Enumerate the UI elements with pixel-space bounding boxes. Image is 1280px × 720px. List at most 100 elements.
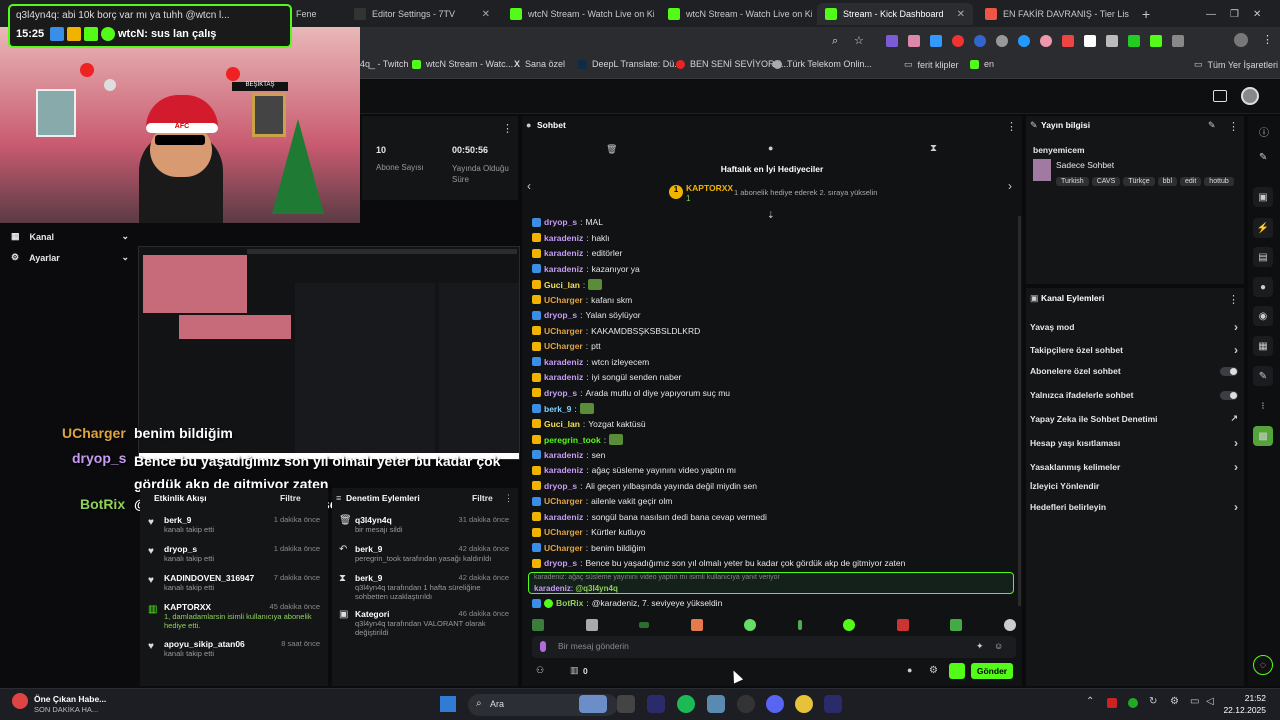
activity-filter[interactable]: Filtre (280, 493, 301, 503)
more-icon[interactable]: ⋮ (1228, 120, 1239, 133)
extension-icon[interactable] (1150, 35, 1162, 47)
tray-icon[interactable] (1128, 698, 1138, 708)
category-name[interactable]: Sadece Sohbet (1056, 160, 1114, 170)
gear-icon[interactable]: ⚙ (929, 665, 938, 676)
emote-icon[interactable] (690, 619, 703, 631)
premiere-icon[interactable] (647, 695, 665, 713)
emote-icon[interactable] (843, 619, 856, 631)
rail-icon[interactable]: ▦ (1253, 336, 1273, 356)
chat-username[interactable]: UCharger (544, 341, 583, 351)
tray-icon[interactable] (1107, 698, 1117, 708)
chat-settings-icon[interactable]: ● (907, 665, 912, 675)
chat-username[interactable]: Guci_lan (544, 280, 580, 290)
kick-bot-icon[interactable] (949, 663, 965, 679)
setting-row[interactable]: Yasaklanmış kelimeler › (1030, 460, 1238, 474)
nav-ayarlar[interactable]: ⚙ Ayarlar ⌄ (11, 252, 129, 263)
tag[interactable]: CAVS (1091, 177, 1121, 186)
users-icon[interactable]: ⚇ (536, 665, 544, 676)
extension-icon[interactable] (908, 35, 920, 47)
news-icon[interactable] (12, 693, 28, 709)
bookmark-item[interactable]: Türk Telekom Onlin... (773, 59, 872, 69)
bookmark-item[interactable]: X Sana özel (514, 59, 565, 69)
emote-icon[interactable] (1003, 619, 1016, 631)
ai-icon[interactable]: ✦ (976, 641, 984, 652)
lightning-icon[interactable]: ⚡ (1253, 218, 1273, 238)
emote-icon[interactable] (532, 619, 544, 631)
kick-logo-icon[interactable]: ◌ (1253, 655, 1273, 675)
window-close-icon[interactable]: ✕ (1253, 9, 1261, 20)
obs-icon[interactable] (737, 695, 755, 713)
chat-username[interactable]: dryop_s (544, 217, 577, 227)
reply-message[interactable]: karadeniz: ağaç süsleme yayınını video y… (528, 572, 1014, 594)
nav-kanal[interactable]: ▦ Kanal ⌄ (11, 231, 129, 242)
tag[interactable]: bbl (1157, 177, 1177, 186)
activity-item[interactable]: ♥ KADINDOVEN_316947 kanalı takip etti 7 dak… (146, 573, 324, 592)
chat-username[interactable]: dryop_s (544, 558, 577, 568)
send-button[interactable]: Gönder (971, 663, 1013, 679)
chat-username[interactable]: Guci_lan (544, 419, 580, 429)
setting-row[interactable]: Hesap yaşı kısıtlaması › (1030, 436, 1238, 450)
taskbar-app-icon[interactable] (617, 695, 635, 713)
rail-icon[interactable]: ▤ (1253, 247, 1273, 267)
extensions-puzzle-icon[interactable] (1172, 35, 1184, 47)
setting-row[interactable]: Hedefleri belirleyin › (1030, 500, 1238, 514)
tag[interactable]: Turkish (1056, 177, 1089, 186)
avatar[interactable] (1241, 87, 1259, 105)
tab-2[interactable]: wtcN Stream - Watch Live on Ki✕ (502, 3, 654, 25)
chat-input[interactable]: Bir mesaj gönderin ✦ ☺ (532, 636, 1016, 658)
pencil-icon[interactable]: ✎ (1259, 152, 1267, 163)
new-tab-button[interactable]: + (1134, 3, 1154, 25)
windows-start-icon[interactable] (440, 696, 456, 712)
chat-username[interactable]: UCharger (544, 543, 583, 553)
toggle-switch[interactable] (1220, 366, 1238, 376)
extension-icon[interactable] (952, 35, 964, 47)
moderation-filter[interactable]: Filtre (472, 493, 493, 503)
ellipsis-icon[interactable]: ⁝ (1253, 396, 1273, 416)
edit-icon[interactable]: ✎ (1208, 120, 1216, 131)
chat-username[interactable]: karadeniz (544, 248, 583, 258)
chat-bubble-icon[interactable]: ● (768, 143, 773, 153)
setting-row[interactable]: İzleyici Yönlendir (1030, 481, 1238, 491)
minimize-icon[interactable]: — (1206, 9, 1216, 20)
taskbar-app-icon[interactable] (707, 695, 725, 713)
more-icon[interactable]: ⋮ (1006, 120, 1017, 133)
emote-icon[interactable] (585, 619, 598, 631)
info-icon[interactable]: ⓘ (1259, 124, 1269, 139)
chat-rail-icon[interactable]: ● (1253, 277, 1273, 297)
bookmark-item[interactable]: 4q_ - Twitch (360, 59, 408, 69)
moderation-item[interactable]: ↶ berk_9 peregrin_took tarafından yasağı k… (337, 544, 513, 563)
tray-arrow-icon[interactable]: ⌃ (1086, 696, 1094, 707)
emote-icon[interactable] (896, 619, 909, 631)
setting-row[interactable]: Yapay Zeka ile Sohbet Denetimi ↗ (1030, 413, 1238, 424)
spotify-icon[interactable] (677, 695, 695, 713)
chat-username[interactable]: karadeniz (544, 465, 583, 475)
chat-username[interactable]: karadeniz (544, 233, 583, 243)
mic-icon[interactable] (540, 641, 546, 652)
tab-1[interactable]: Editor Settings - 7TV ✕ (346, 3, 498, 25)
volume-icon[interactable]: ◁ (1206, 696, 1214, 707)
setting-row[interactable]: Yavaş mod › (1030, 320, 1238, 334)
extension-icon[interactable] (1018, 35, 1030, 47)
more-icon[interactable]: ⋮ (1228, 293, 1239, 306)
setting-row[interactable]: Yalnızca ifadelerle sohbet (1030, 390, 1238, 400)
clock-date[interactable]: 22.12.2025 (1218, 705, 1266, 715)
extension-icon[interactable] (996, 35, 1008, 47)
all-bookmarks[interactable]: ▭ Tüm Yer İşaretleri (1194, 59, 1278, 70)
more-icon[interactable]: ⋮ (502, 122, 513, 135)
trash-icon[interactable]: 🗑 (606, 144, 617, 155)
news-title[interactable]: Öne Çıkan Habe... (34, 694, 106, 704)
chat-username[interactable]: UCharger (544, 326, 583, 336)
tab-3[interactable]: wtcN Stream - Watch Live on Ki✕ (660, 3, 812, 25)
scroll-down-icon[interactable]: ⇣ (767, 210, 775, 221)
extension-icon[interactable] (1040, 35, 1052, 47)
chat-username[interactable]: peregrin_took (544, 435, 601, 445)
bookmark-folder[interactable]: ▭ ferit klipler (904, 59, 959, 70)
chat-username[interactable]: UCharger (544, 496, 583, 506)
chat-username[interactable]: karadeniz (544, 450, 583, 460)
emote-icon[interactable] (639, 622, 650, 628)
setting-row[interactable]: Takipçilere özel sohbet › (1030, 343, 1238, 357)
wrench-icon[interactable]: ✎ (1253, 366, 1273, 386)
hourglass-icon[interactable]: ⧗ (930, 143, 937, 154)
chat-username[interactable]: karadeniz (544, 512, 583, 522)
activity-item[interactable]: ♥ dryop_s kanalı takip etti 1 dakika önce (146, 544, 324, 563)
